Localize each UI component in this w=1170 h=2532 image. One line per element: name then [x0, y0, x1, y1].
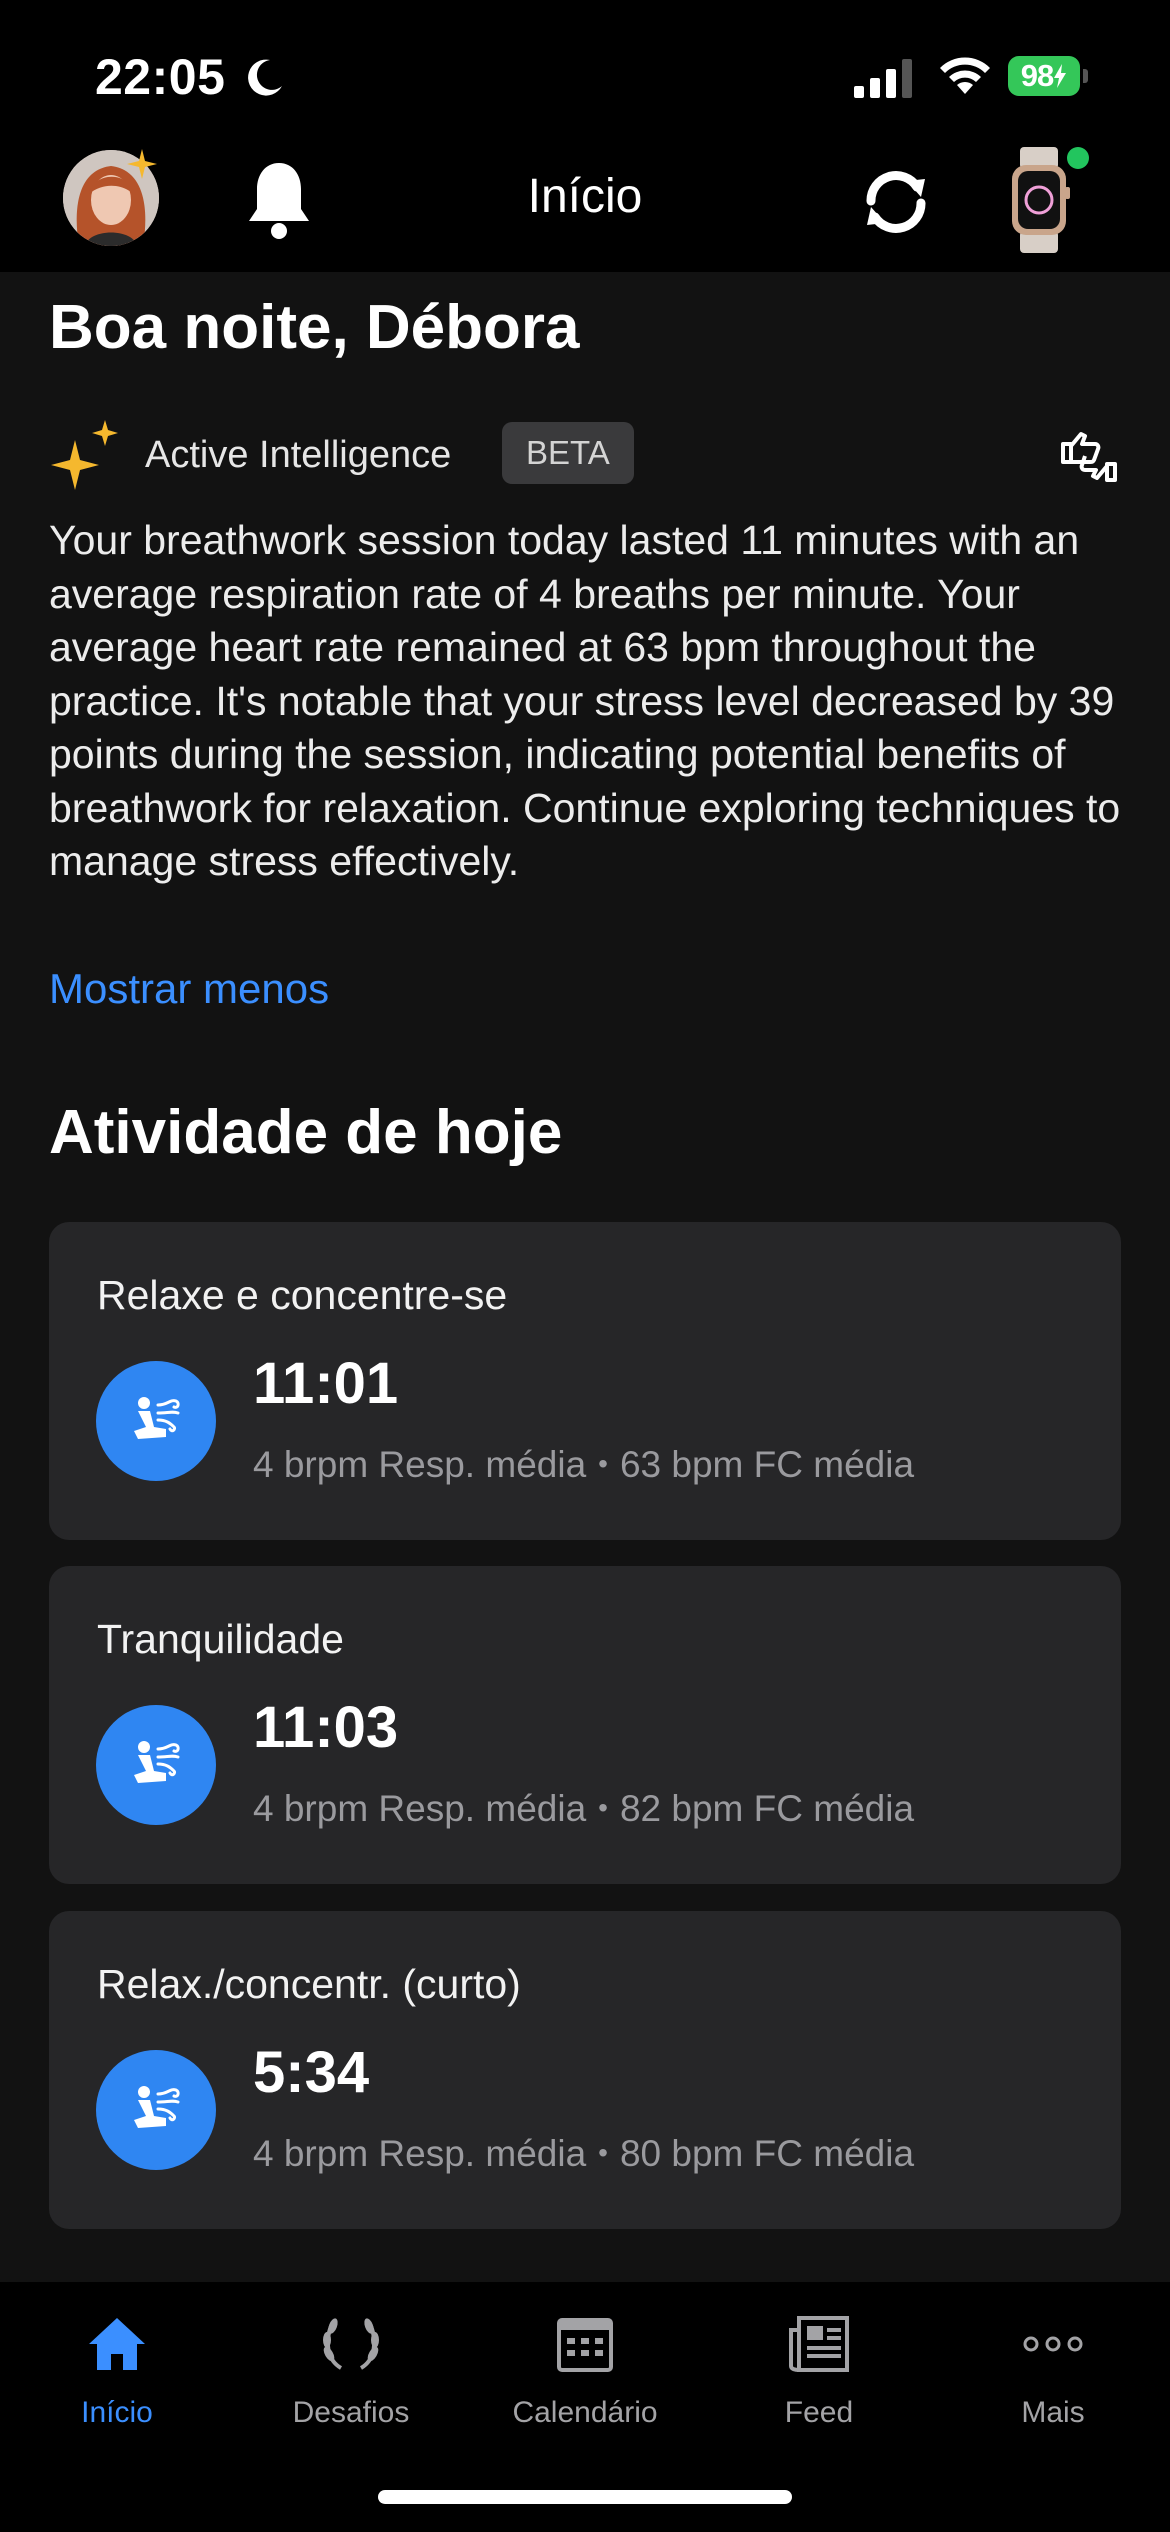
- breathwork-icon: [96, 1361, 216, 1481]
- avg-heart-rate: 80 bpm FC média: [619, 2133, 915, 2174]
- activity-card[interactable]: Relaxe e concentre-se 11:01 4 brpm Resp.…: [49, 1222, 1121, 1540]
- battery-percent: 98: [1020, 58, 1054, 93]
- beta-badge: BETA: [502, 422, 634, 484]
- activity-title: Relaxe e concentre-se: [97, 1272, 508, 1318]
- more-icon: [1023, 2336, 1083, 2352]
- tab-calendario[interactable]: Calendário: [468, 2312, 702, 2452]
- page-title: Início: [527, 170, 643, 223]
- avg-respiration: 4 brpm Resp. média: [253, 1444, 587, 1485]
- separator-dot: •: [598, 1792, 608, 1823]
- show-less-link[interactable]: Mostrar menos: [49, 965, 329, 1013]
- activity-card[interactable]: Relax./concentr. (curto) 5:34 4 brpm Res…: [49, 1911, 1121, 2229]
- calendar-icon: [557, 2318, 613, 2372]
- tab-label: Início: [81, 2396, 153, 2429]
- laurel-icon: [323, 2318, 379, 2370]
- tab-inicio[interactable]: Início: [0, 2312, 234, 2452]
- tab-mais[interactable]: Mais: [936, 2312, 1170, 2452]
- activity-title: Tranquilidade: [97, 1616, 344, 1662]
- thumbs-feedback-icon[interactable]: [1057, 422, 1121, 486]
- section-title: Atividade de hoje: [49, 1098, 563, 1167]
- tab-label: Calendário: [512, 2396, 658, 2429]
- sync-icon[interactable]: [855, 161, 937, 243]
- charging-bolt-icon: [1054, 64, 1067, 88]
- tab-feed[interactable]: Feed: [702, 2312, 936, 2452]
- activity-title: Relax./concentr. (curto): [97, 1961, 521, 2007]
- greeting-heading: Boa noite, Débora: [49, 293, 580, 362]
- status-time: 22:05: [95, 49, 226, 105]
- home-screen: 22:05 98 Início Boa noite, Débora Active…: [0, 0, 1170, 2532]
- sparkle-icon: [51, 420, 118, 490]
- activity-duration: 11:03: [253, 1695, 399, 1760]
- separator-dot: •: [598, 2137, 608, 2168]
- tab-label: Feed: [784, 2396, 854, 2429]
- moon-icon: [248, 59, 282, 96]
- avg-heart-rate: 63 bpm FC média: [619, 1444, 915, 1485]
- newspaper-icon: [789, 2316, 849, 2372]
- activity-duration: 5:34: [253, 2040, 370, 2105]
- avg-respiration: 4 brpm Resp. média: [253, 1788, 587, 1829]
- home-indicator: [378, 2490, 792, 2504]
- tab-label: Mais: [1021, 2396, 1085, 2429]
- status-bar: 22:05 98: [0, 0, 1170, 135]
- activity-stats: 4 brpm Resp. média • 80 bpm FC média: [253, 2133, 914, 2175]
- home-icon: [89, 2318, 145, 2370]
- separator-dot: •: [598, 1448, 608, 1479]
- activity-card[interactable]: Tranquilidade 11:03 4 brpm Resp. média • 8…: [49, 1566, 1121, 1884]
- watch-icon[interactable]: [1006, 147, 1072, 253]
- signal-icon: [854, 59, 912, 98]
- activity-stats: 4 brpm Resp. média • 82 bpm FC média: [253, 1788, 914, 1830]
- tab-label: Desafios: [292, 2396, 410, 2429]
- avg-heart-rate: 82 bpm FC média: [619, 1788, 915, 1829]
- battery-cap: [1083, 69, 1088, 83]
- avg-respiration: 4 brpm Resp. média: [253, 2133, 587, 2174]
- breathwork-icon: [96, 2050, 216, 2170]
- breathwork-icon: [96, 1705, 216, 1825]
- tab-desafios[interactable]: Desafios: [234, 2312, 468, 2452]
- active-intelligence-header: Active Intelligence BETA: [49, 418, 1121, 492]
- battery-charging-icon: 98: [1008, 56, 1080, 96]
- active-intelligence-label: Active Intelligence: [145, 434, 452, 476]
- device-connected-indicator: [1067, 147, 1089, 169]
- ai-summary-text: Your breathwork session today lasted 11 …: [49, 517, 1121, 884]
- app-header: Início: [0, 135, 1170, 272]
- activity-duration: 11:01: [253, 1351, 399, 1416]
- activity-stats: 4 brpm Resp. média • 63 bpm FC média: [253, 1444, 914, 1486]
- wifi-icon: [940, 57, 990, 94]
